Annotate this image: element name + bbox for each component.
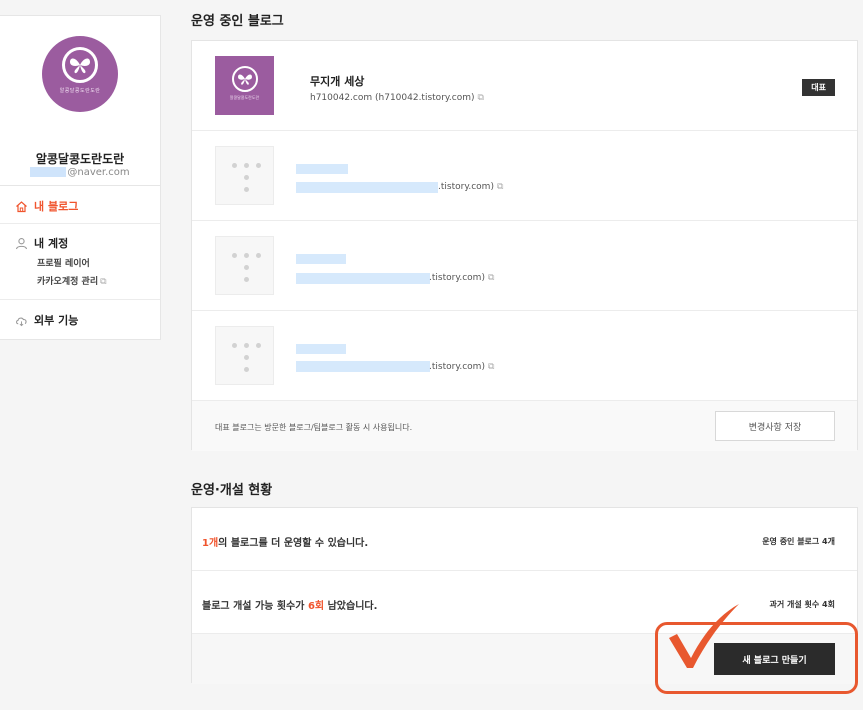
menu-label-my-account: 내 계정 xyxy=(34,237,69,250)
status-highlight: 1개 xyxy=(202,538,219,549)
email-domain: @naver.com xyxy=(67,167,130,178)
external-link-icon: ⧉ xyxy=(477,93,484,103)
status-count: 운영 중인 블로그 4개 xyxy=(762,537,835,546)
menu-item-my-account[interactable]: 내 계정 xyxy=(15,235,68,251)
blog-name-redacted xyxy=(296,344,346,354)
blog-url-redacted xyxy=(296,361,430,372)
menu-label-external: 외부 기능 xyxy=(34,314,79,327)
blog-thumbnail-placeholder[interactable] xyxy=(215,236,274,295)
representative-badge: 대표 xyxy=(802,79,835,96)
external-link-icon: ⧉ xyxy=(496,182,504,192)
blog-row-main[interactable]: 알콩달콩도란도란 무지개 세상 h710042.com (h710042.tis… xyxy=(192,41,857,131)
user-icon xyxy=(15,237,28,250)
status-text-body: 의 블로그를 더 운영할 수 있습니다. xyxy=(218,538,369,549)
avatar-caption: 알콩달콩도란도란 xyxy=(59,87,101,94)
tistory-logo-icon xyxy=(232,343,262,373)
blog-thumbnail-placeholder[interactable] xyxy=(215,326,274,385)
tistory-logo-icon xyxy=(232,163,262,193)
blog-name-redacted xyxy=(296,254,346,264)
check-mark-icon xyxy=(669,604,739,668)
blog-url[interactable]: .tistory.com) ⧉ xyxy=(429,273,494,283)
status-text-after: 남았습니다. xyxy=(324,601,378,612)
save-changes-button[interactable]: 변경사항 저장 xyxy=(715,411,835,441)
blog-row[interactable]: .tistory.com) ⧉ xyxy=(192,221,857,311)
side-menu: 내 블로그 내 계정 프로필 레이어 카카오계정 관리 ⧉ 외부 기능 xyxy=(0,186,161,340)
submenu-kakao-account[interactable]: 카카오계정 관리 ⧉ xyxy=(37,274,107,287)
butterfly-icon xyxy=(62,46,98,83)
menu-item-my-blog[interactable]: 내 블로그 xyxy=(15,198,78,214)
section-title-status: 운영·개설 현황 xyxy=(191,483,273,498)
blog-url-suffix: .tistory.com) xyxy=(429,273,485,283)
submenu-kakao-label: 카카오계정 관리 xyxy=(37,277,99,287)
blog-list-card: 알콩달콩도란도란 무지개 세상 h710042.com (h710042.tis… xyxy=(191,40,858,451)
blog-url[interactable]: .tistory.com) ⧉ xyxy=(438,182,503,192)
blog-name-redacted xyxy=(296,164,348,174)
email-redacted xyxy=(30,167,67,177)
butterfly-icon xyxy=(231,66,258,92)
menu-divider xyxy=(0,223,160,224)
blog-url[interactable]: .tistory.com) ⧉ xyxy=(429,362,494,372)
submenu-profile-layer[interactable]: 프로필 레이어 xyxy=(37,256,90,269)
profile-email: @naver.com xyxy=(0,167,160,178)
status-count: 과거 개설 횟수 4회 xyxy=(769,600,835,609)
blog-row[interactable]: .tistory.com) ⧉ xyxy=(192,311,857,401)
blog-url[interactable]: h710042.com (h710042.tistory.com) ⧉ xyxy=(310,93,484,103)
external-link-icon: ⧉ xyxy=(487,362,495,372)
menu-item-external[interactable]: 외부 기능 xyxy=(15,312,78,328)
status-highlight: 6회 xyxy=(307,601,325,612)
blog-list-footer: 대표 블로그는 방문한 블로그/팀블로그 활동 시 사용됩니다. 변경사항 저장 xyxy=(192,401,857,451)
avatar[interactable]: 알콩달콩도란도란 xyxy=(42,36,118,112)
blog-name[interactable]: 무지개 세상 xyxy=(310,73,364,89)
blog-url-redacted xyxy=(296,182,438,193)
status-text: 1개의 블로그를 더 운영할 수 있습니다. xyxy=(202,534,368,549)
profile-nickname: 알콩달콩도란도란 xyxy=(35,152,125,166)
section-title-blogs: 운영 중인 블로그 xyxy=(191,14,284,29)
menu-divider xyxy=(0,299,160,300)
blog-url-suffix: .tistory.com) xyxy=(438,182,494,192)
status-row-remaining-blogs: 1개의 블로그를 더 운영할 수 있습니다. 운영 중인 블로그 4개 xyxy=(192,508,857,571)
status-text: 블로그 개설 가능 횟수가 6회 남았습니다. xyxy=(202,597,377,612)
blog-thumbnail[interactable]: 알콩달콩도란도란 xyxy=(215,56,274,115)
blog-url-suffix: .tistory.com) xyxy=(429,362,485,372)
thumb-caption: 알콩달콩도란도란 xyxy=(229,95,260,100)
tistory-logo-icon xyxy=(232,253,262,283)
status-text-before: 블로그 개설 가능 횟수가 xyxy=(202,601,308,612)
representative-note: 대표 블로그는 방문한 블로그/팀블로그 활동 시 사용됩니다. xyxy=(215,423,413,432)
blog-row[interactable]: .tistory.com) ⧉ xyxy=(192,131,857,221)
profile-card: 알콩달콩도란도란 알콩달콩도란도란 @naver.com xyxy=(0,15,161,186)
blog-thumbnail-placeholder[interactable] xyxy=(215,146,274,205)
menu-label-my-blog: 내 블로그 xyxy=(34,200,79,213)
home-icon xyxy=(15,200,28,213)
blog-url-text: h710042.com (h710042.tistory.com) xyxy=(310,93,475,103)
external-link-icon: ⧉ xyxy=(487,273,495,283)
external-link-icon: ⧉ xyxy=(100,277,107,287)
blog-url-redacted xyxy=(296,273,430,284)
cloud-icon xyxy=(15,314,28,327)
